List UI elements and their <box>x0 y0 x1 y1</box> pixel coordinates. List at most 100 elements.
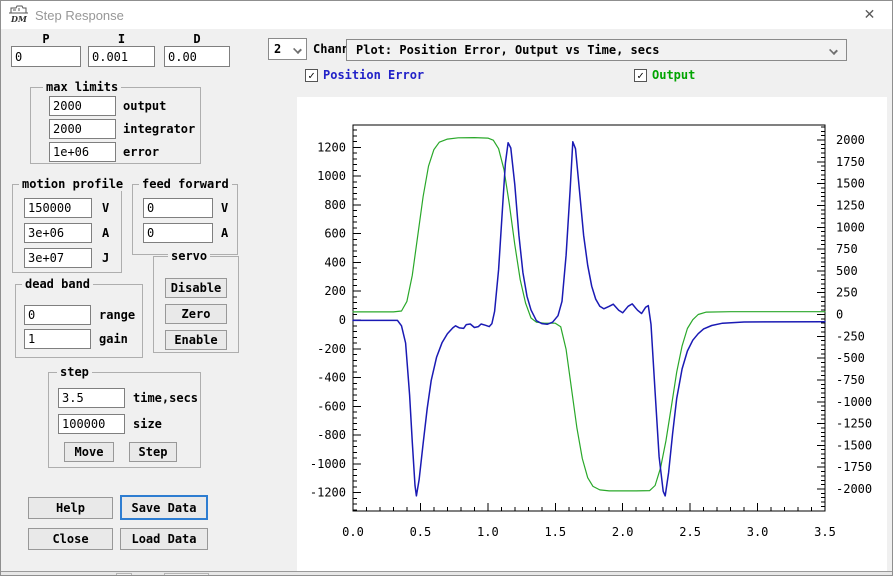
svg-text:-500: -500 <box>836 351 865 365</box>
svg-text:-600: -600 <box>317 399 346 413</box>
servo-enable-button[interactable]: Enable <box>165 330 227 350</box>
dead-band-gain-label: gain <box>99 332 128 346</box>
channel-select[interactable]: 2 <box>268 38 307 60</box>
i-label: I <box>88 32 155 46</box>
svg-text:1.0: 1.0 <box>477 525 499 539</box>
svg-text:2000: 2000 <box>836 133 865 147</box>
chevron-down-icon <box>293 45 302 54</box>
svg-text:-250: -250 <box>836 329 865 343</box>
ff-accel-input[interactable] <box>143 223 213 243</box>
p-input[interactable] <box>11 46 81 67</box>
dead-band-group: dead band range gain <box>15 284 143 358</box>
svg-text:800: 800 <box>324 198 346 212</box>
max-limits-group: max limits output integrator error <box>30 87 201 164</box>
max-limits-title: max limits <box>43 80 121 94</box>
svg-text:200: 200 <box>324 284 346 298</box>
step-time-label: time,secs <box>133 391 198 405</box>
motion-profile-group: motion profile V A J <box>12 184 122 273</box>
dead-band-title: dead band <box>22 277 93 291</box>
accel-label: A <box>102 226 109 240</box>
position-error-checkbox[interactable]: ✓ <box>305 69 318 82</box>
svg-text:-1000: -1000 <box>310 457 346 471</box>
svg-text:750: 750 <box>836 242 858 256</box>
svg-text:1500: 1500 <box>836 177 865 191</box>
jerk-label: J <box>102 251 109 265</box>
svg-text:-1250: -1250 <box>836 417 872 431</box>
p-label: P <box>11 32 81 46</box>
svg-text:-1200: -1200 <box>310 486 346 500</box>
position-error-label: Position Error <box>323 68 424 82</box>
d-label: D <box>164 32 230 46</box>
motion-profile-title: motion profile <box>19 177 126 191</box>
svg-text:2.0: 2.0 <box>612 525 634 539</box>
max-integrator-label: integrator <box>123 122 195 136</box>
app-dm-logo-icon: DM <box>8 5 30 24</box>
accel-input[interactable] <box>24 223 92 243</box>
plot-area: 120010008006004002000-200-400-600-800-10… <box>297 97 887 571</box>
max-integrator-input[interactable] <box>49 119 116 139</box>
step-size-input[interactable] <box>58 414 125 434</box>
step-size-label: size <box>133 417 162 431</box>
svg-text:0: 0 <box>339 313 346 327</box>
output-label: Output <box>652 68 695 82</box>
jerk-input[interactable] <box>24 248 92 268</box>
svg-text:-800: -800 <box>317 428 346 442</box>
svg-text:-200: -200 <box>317 342 346 356</box>
svg-text:-2000: -2000 <box>836 482 872 496</box>
servo-zero-button[interactable]: Zero <box>165 304 227 324</box>
step-response-chart[interactable]: 120010008006004002000-200-400-600-800-10… <box>297 97 887 571</box>
svg-text:1200: 1200 <box>317 140 346 154</box>
svg-text:1.5: 1.5 <box>544 525 566 539</box>
dead-band-range-label: range <box>99 308 135 322</box>
svg-text:-400: -400 <box>317 371 346 385</box>
step-button[interactable]: Step <box>129 442 177 462</box>
dead-band-gain-input[interactable] <box>24 329 91 349</box>
svg-text:-750: -750 <box>836 373 865 387</box>
servo-disable-button[interactable]: Disable <box>165 278 227 298</box>
max-output-input[interactable] <box>49 96 116 116</box>
svg-text:0: 0 <box>836 308 843 322</box>
dead-band-range-input[interactable] <box>24 305 91 325</box>
plot-type-select[interactable]: Plot: Position Error, Output vs Time, se… <box>346 39 847 61</box>
check-icon: ✓ <box>308 70 315 81</box>
servo-group: servo Disable Zero Enable <box>153 256 239 353</box>
load-data-button[interactable]: Load Data <box>120 528 208 550</box>
chevron-down-icon <box>829 46 838 55</box>
svg-text:2.5: 2.5 <box>679 525 701 539</box>
svg-text:250: 250 <box>836 286 858 300</box>
svg-text:1250: 1250 <box>836 198 865 212</box>
feed-forward-title: feed forward <box>139 177 232 191</box>
max-error-label: error <box>123 145 159 159</box>
ff-velocity-input[interactable] <box>143 198 213 218</box>
ff-accel-label: A <box>221 226 228 240</box>
svg-text:1000: 1000 <box>317 169 346 183</box>
svg-text:1000: 1000 <box>836 220 865 234</box>
svg-text:3.5: 3.5 <box>814 525 836 539</box>
max-error-input[interactable] <box>49 142 116 162</box>
i-input[interactable] <box>88 46 155 67</box>
output-checkbox[interactable]: ✓ <box>634 69 647 82</box>
channel-value: 2 <box>274 42 281 56</box>
ff-velocity-label: V <box>221 201 228 215</box>
window-title: Step Response <box>35 8 124 23</box>
close-button[interactable]: Close <box>28 528 113 550</box>
svg-text:500: 500 <box>836 264 858 278</box>
svg-text:-1000: -1000 <box>836 395 872 409</box>
save-data-button[interactable]: Save Data <box>120 495 208 520</box>
max-output-label: output <box>123 99 166 113</box>
velocity-input[interactable] <box>24 198 92 218</box>
check-icon: ✓ <box>637 70 644 81</box>
step-group: step time,secs size Move Step <box>48 372 201 468</box>
step-time-input[interactable] <box>58 388 125 408</box>
d-input[interactable] <box>164 46 230 67</box>
close-icon[interactable]: ✕ <box>847 1 892 29</box>
title-bar[interactable]: DM Step Response ✕ <box>1 1 892 29</box>
move-button[interactable]: Move <box>64 442 114 462</box>
step-title: step <box>57 365 92 379</box>
svg-text:3.0: 3.0 <box>747 525 769 539</box>
help-button[interactable]: Help <box>28 497 113 519</box>
feed-forward-group: feed forward V A <box>132 184 238 255</box>
svg-text:400: 400 <box>324 255 346 269</box>
svg-text:-1750: -1750 <box>836 460 872 474</box>
svg-text:1750: 1750 <box>836 155 865 169</box>
